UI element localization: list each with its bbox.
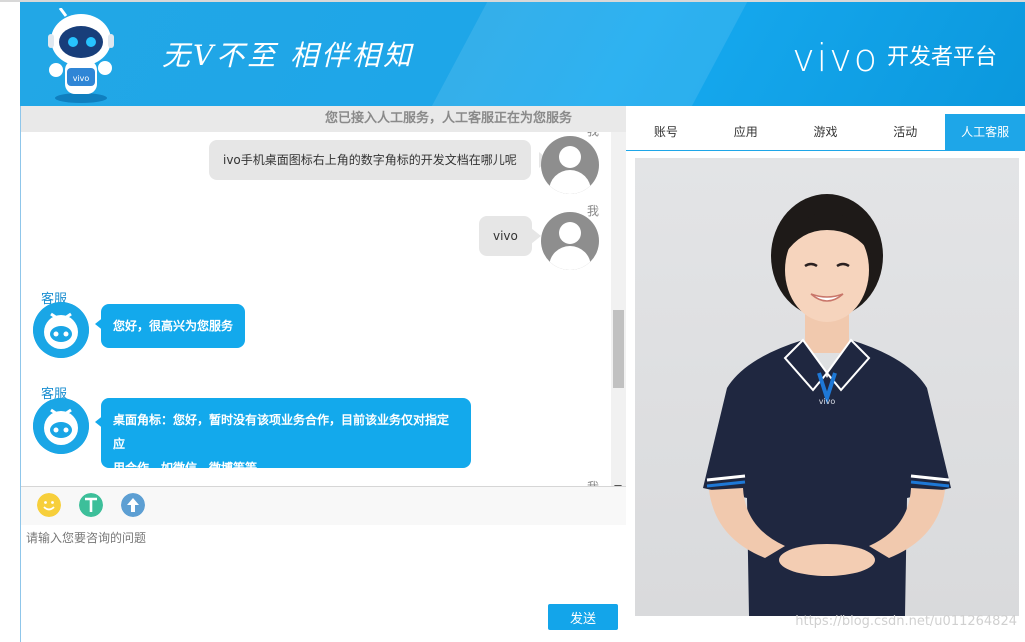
mascot-label: vivo xyxy=(73,74,90,83)
right-panel: 账号 应用 游戏 活动 人工客服 vivo xyxy=(626,106,1025,642)
send-button[interactable]: 发送 xyxy=(548,604,618,630)
tab-games[interactable]: 游戏 xyxy=(786,114,866,150)
customer-service-photo: vivo xyxy=(635,158,1019,616)
input-toolbar xyxy=(21,486,626,526)
user-avatar xyxy=(541,212,599,270)
chat-panel: 您已接入人工服务，人工客服正在为您服务 我 ivo手机桌面图标右上角的数字角标的… xyxy=(20,106,626,642)
tab-apps[interactable]: 应用 xyxy=(706,114,786,150)
chat-scrollbar[interactable] xyxy=(611,132,626,492)
banner-slogan: 无V不至 相伴相知 xyxy=(162,39,415,72)
upload-icon[interactable] xyxy=(121,493,145,517)
agent-avatar-icon xyxy=(33,302,89,358)
scrollbar-thumb[interactable] xyxy=(613,310,624,388)
tab-human-service[interactable]: 人工客服 xyxy=(945,114,1025,150)
sender-name: 我 xyxy=(587,132,599,139)
sender-name: 我 xyxy=(587,204,600,218)
agent-portrait: vivo xyxy=(703,194,951,616)
tab-account[interactable]: 账号 xyxy=(626,114,706,150)
agent-avatar-icon xyxy=(33,398,89,454)
user-message-bubble: vivo xyxy=(479,216,532,256)
brand-area[interactable]: vivo 开发者平台 xyxy=(792,38,997,78)
agent-message-bubble: 桌面角标：您好，暂时没有该项业务合作，目前该业务仅对指定应 用合作，如微信，微博… xyxy=(101,398,471,475)
message-list[interactable]: 我 ivo手机桌面图标右上角的数字角标的开发文档在哪儿呢 我 vivo 客服 您… xyxy=(21,132,611,492)
user-avatar xyxy=(541,136,599,194)
agent-message-bubble: 您好，很高兴为您服务 xyxy=(101,304,246,348)
question-input[interactable] xyxy=(21,525,626,642)
category-tabs: 账号 应用 游戏 活动 人工客服 xyxy=(626,114,1025,151)
bubble-tail xyxy=(531,228,541,244)
header-banner: vivo 无V不至 相伴相知 vivo 开发者平台 xyxy=(20,2,1025,106)
agent-message-line: 桌面角标：您好，暂时没有该项业务合作，目前该业务仅对指定应 xyxy=(113,413,450,451)
tab-events[interactable]: 活动 xyxy=(865,114,945,150)
service-status-bar: 您已接入人工服务，人工客服正在为您服务 xyxy=(21,106,626,132)
watermark-text: https://blog.csdn.net/u011264824 xyxy=(795,614,1017,629)
robot-mascot-icon: vivo xyxy=(48,8,114,103)
text-format-icon[interactable] xyxy=(79,493,103,517)
agent-message-line: 用合作，如微信，微博等等 xyxy=(113,461,258,475)
brand-subtitle: 开发者平台 xyxy=(886,45,997,70)
user-message-bubble: ivo手机桌面图标右上角的数字角标的开发文档在哪儿呢 xyxy=(209,140,531,180)
shirt-logo: vivo xyxy=(819,397,836,406)
vivo-logo: vivo xyxy=(792,36,879,80)
emoji-icon[interactable] xyxy=(37,493,61,517)
banner-shine xyxy=(391,2,769,106)
